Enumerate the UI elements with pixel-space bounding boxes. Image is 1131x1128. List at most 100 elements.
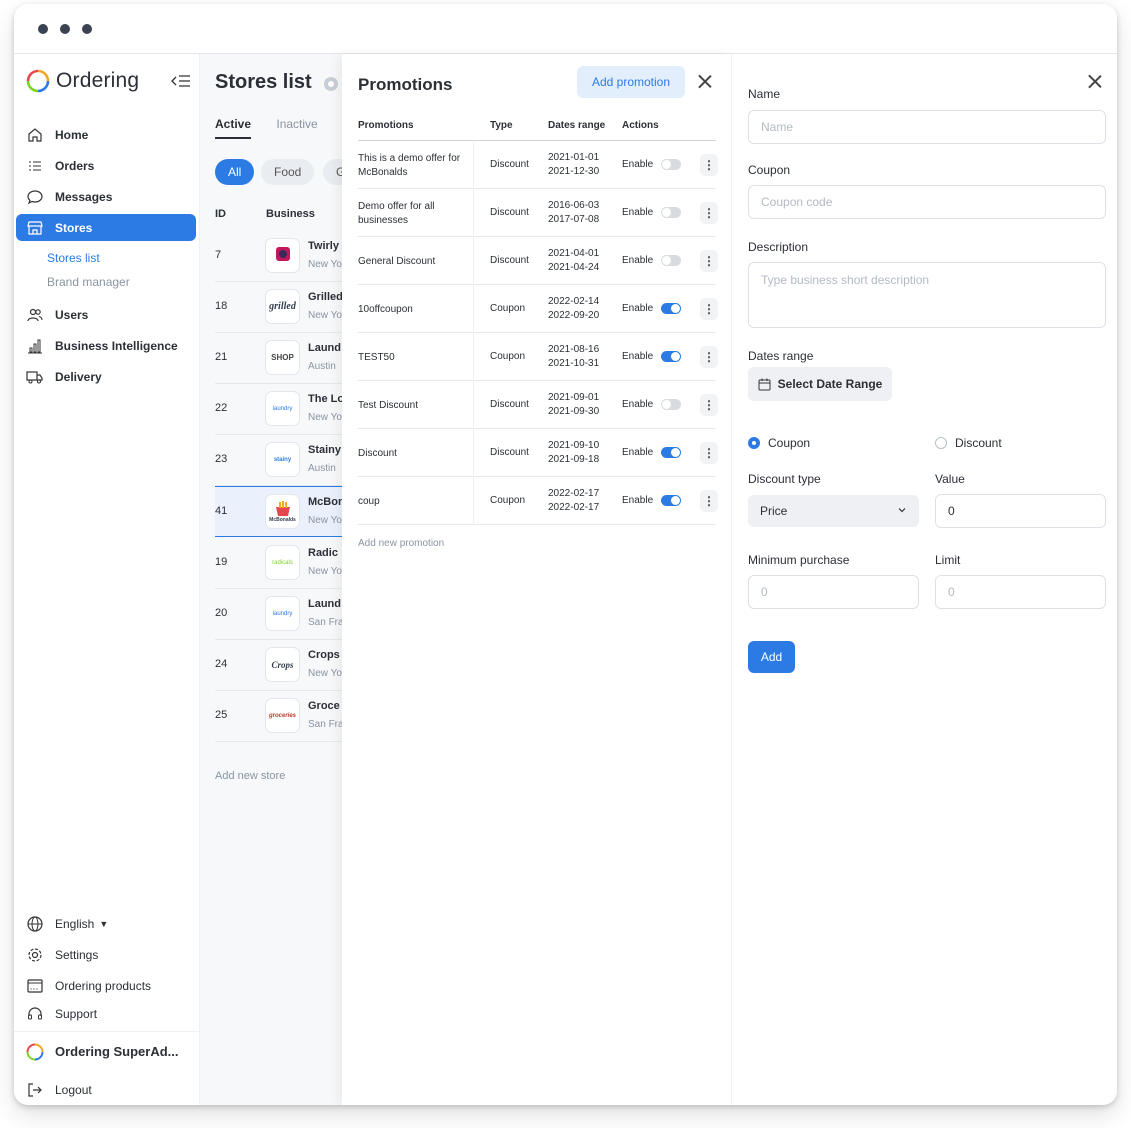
add-new-store-link[interactable]: Add new store (215, 770, 285, 782)
promotion-row[interactable]: Discount Discount 2021-09-10 2021-09-18 E… (358, 430, 718, 477)
add-promotion-button[interactable]: Add promotion (577, 66, 685, 98)
sidebar-item-orders[interactable]: Orders (16, 152, 196, 179)
category-chip-g[interactable]: G (323, 159, 342, 185)
more-options-icon[interactable]: ⋮ (700, 154, 718, 176)
sidebar-item-label: Support (55, 1006, 98, 1021)
promotion-row[interactable]: Test Discount Discount 2021-09-01 2021-09… (358, 382, 718, 429)
sidebar-item-settings[interactable]: Settings (16, 941, 196, 968)
promotion-name: This is a demo offer for McBonalds (358, 142, 474, 189)
more-options-icon[interactable]: ⋮ (700, 394, 718, 416)
category-chip-food[interactable]: Food (261, 159, 315, 185)
promotion-row[interactable]: 10offcoupon Coupon 2022-02-14 2022-09-20 … (358, 286, 718, 333)
more-options-icon[interactable]: ⋮ (700, 250, 718, 272)
promotion-row[interactable]: This is a demo offer for McBonalds Disco… (358, 142, 718, 189)
category-chip-all[interactable]: All (215, 159, 255, 185)
store-row[interactable]: 21 SHOP Laund Austin (215, 333, 342, 384)
store-row[interactable]: 19 radicals Radic New Yo (215, 538, 342, 589)
enable-label: Enable (622, 303, 654, 314)
store-row[interactable]: 24 Crops Crops New Yo (215, 640, 342, 691)
promotion-dates: 2021-09-01 2021-09-30 (548, 391, 599, 419)
close-icon[interactable] (1087, 74, 1103, 90)
more-options-icon[interactable]: ⋮ (700, 346, 718, 368)
sidebar-item-business-intelligence[interactable]: Business Intelligence (16, 332, 196, 359)
coupon-radio[interactable] (748, 437, 760, 449)
sidebar-item-delivery[interactable]: Delivery (16, 363, 196, 390)
window-dot-3[interactable] (82, 24, 92, 34)
select-date-range-button[interactable]: Select Date Range (748, 367, 892, 401)
promotion-end: 2021-10-31 (548, 358, 600, 369)
caret-down-icon: ▼ (99, 918, 109, 929)
promotion-row[interactable]: TEST50 Coupon 2021-08-16 2021-10-31 Enabl… (358, 334, 718, 381)
truck-icon (26, 368, 44, 386)
sidebar-item-home[interactable]: Home (16, 121, 196, 148)
add-button[interactable]: Add (748, 641, 795, 673)
tab-inactive[interactable]: Inactive (276, 117, 317, 131)
discount-type-select[interactable]: Price (748, 495, 919, 527)
description-textarea[interactable]: Type business short description (748, 262, 1106, 328)
limit-field[interactable]: 0 (935, 575, 1106, 609)
gear-icon (26, 946, 44, 964)
coupon-code-field[interactable]: Coupon code (748, 185, 1106, 219)
tab-active[interactable]: Active (215, 117, 252, 139)
more-options-icon[interactable]: ⋮ (700, 298, 718, 320)
store-name: Laund (308, 342, 341, 354)
store-row[interactable]: 25 groceries Groce San Fra (215, 691, 342, 742)
store-logo: laundry (265, 391, 300, 426)
enable-toggle[interactable] (661, 207, 681, 218)
enable-toggle[interactable] (661, 159, 681, 170)
enable-toggle[interactable] (661, 495, 681, 506)
minimum-purchase-field[interactable]: 0 (748, 575, 919, 609)
logout-button[interactable]: Logout (16, 1076, 196, 1103)
store-row[interactable]: 23 stainy Stainy Austin (215, 435, 342, 486)
sidebar-item-stores[interactable]: Stores (16, 214, 196, 241)
window-dot-1[interactable] (38, 24, 48, 34)
store-logo: SHOP (265, 340, 300, 375)
sidebar-subitem-stores-list[interactable]: Stores list (47, 251, 100, 265)
store-logo-text: McBonalds (269, 516, 296, 523)
brand[interactable]: Ordering (26, 68, 139, 94)
close-icon[interactable] (697, 74, 713, 90)
enable-toggle[interactable] (661, 447, 681, 458)
promotion-row[interactable]: General Discount Discount 2021-04-01 2021… (358, 238, 718, 285)
enable-toggle[interactable] (661, 255, 681, 266)
products-icon (26, 977, 44, 995)
name-field[interactable]: Name (748, 110, 1106, 144)
window-titlebar (14, 4, 1117, 54)
store-row[interactable]: 22 laundry The Lo New Yo (215, 384, 342, 435)
enable-toggle[interactable] (661, 303, 681, 314)
stores-list-panel: Stores list Active Inactive All Food G I… (200, 54, 342, 1105)
store-row[interactable]: 18 grilled Grilled New Yo (215, 282, 342, 333)
language-selector[interactable]: English ▼ (16, 910, 196, 937)
enable-toggle[interactable] (661, 399, 681, 410)
add-new-promotion-link[interactable]: Add new promotion (358, 538, 444, 549)
enable-toggle[interactable] (661, 351, 681, 362)
store-row[interactable]: 20 laundry Laund San Fra (215, 589, 342, 640)
promotion-form: Name Name Coupon Coupon code Description… (731, 54, 1117, 1105)
sidebar-item-users[interactable]: Users (16, 301, 196, 328)
more-options-icon[interactable]: ⋮ (700, 442, 718, 464)
store-logo: stainy (265, 442, 300, 477)
store-row-selected[interactable]: 41 McBonalds McBon New Yo (215, 486, 342, 537)
promotion-type: Discount (490, 255, 529, 266)
value-text: 0 (948, 504, 955, 518)
more-options-icon[interactable]: ⋮ (700, 490, 718, 512)
help-icon[interactable] (323, 75, 339, 91)
discount-radio[interactable] (935, 437, 947, 449)
window-dot-2[interactable] (60, 24, 70, 34)
sidebar-item-messages[interactable]: Messages (16, 183, 196, 210)
account-menu[interactable]: Ordering SuperAd... (16, 1038, 196, 1065)
globe-icon (26, 915, 44, 933)
sidebar-item-ordering-products[interactable]: Ordering products (16, 972, 196, 999)
collapse-sidebar-icon[interactable] (171, 74, 191, 90)
more-options-icon[interactable]: ⋮ (700, 202, 718, 224)
sidebar-item-label: Orders (55, 158, 95, 173)
promotion-row[interactable]: Demo offer for all businesses Discount 2… (358, 190, 718, 237)
store-row[interactable]: 7 Twirly New Yo (215, 231, 342, 282)
promotion-row[interactable]: coup Coupon 2022-02-17 2022-02-17 Enable … (358, 478, 718, 525)
sidebar-item-support[interactable]: Support (16, 1000, 196, 1027)
store-city: San Fra (308, 719, 342, 730)
sidebar-subitem-brand-manager[interactable]: Brand manager (47, 275, 130, 289)
value-field[interactable]: 0 (935, 494, 1106, 528)
promotion-end: 2017-07-08 (548, 214, 600, 225)
limit-label: Limit (935, 553, 961, 567)
